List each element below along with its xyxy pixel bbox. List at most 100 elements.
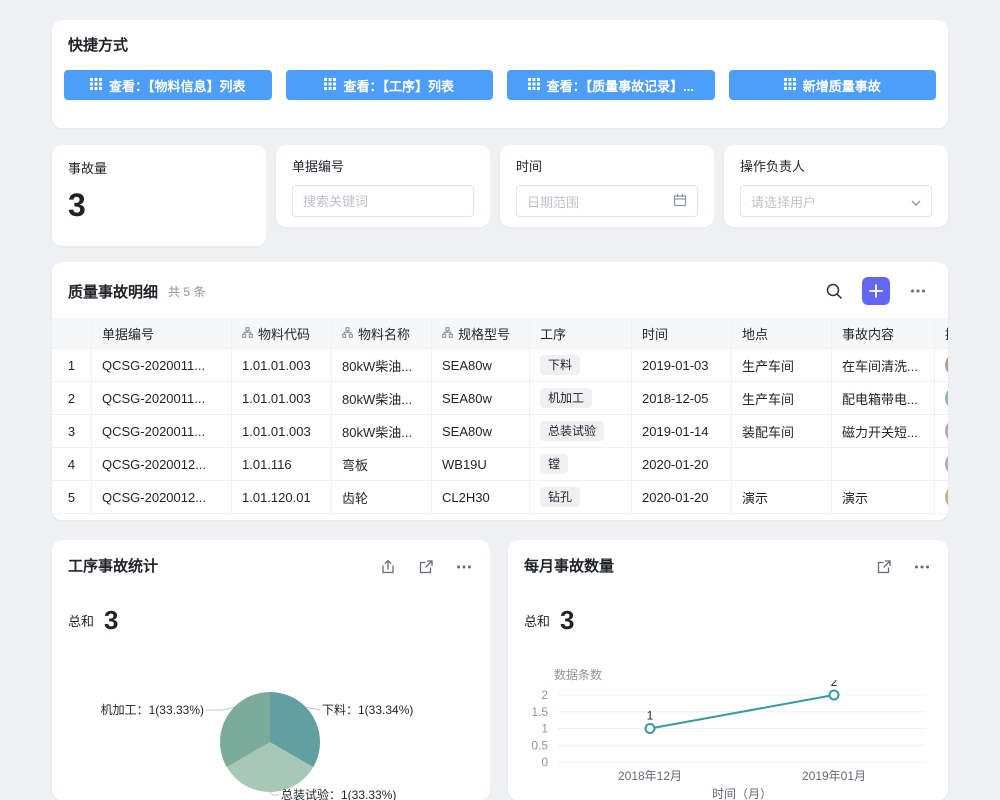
cell-process: 总装试验	[530, 415, 632, 448]
cell-material-name: 80kW柴油...	[332, 349, 432, 382]
cell-doc-no: QCSG-2020011...	[92, 415, 232, 448]
cell-doc-no: QCSG-2020012...	[92, 448, 232, 481]
cell-operator	[935, 415, 949, 448]
cell-operator	[935, 349, 949, 382]
col-operator: 操作负责人	[935, 319, 949, 349]
grid-icon	[90, 78, 102, 93]
line-chart: 00.511.5212018年12月22019年01月时间（月）	[508, 680, 948, 800]
add-record-button[interactable]	[862, 277, 890, 305]
record-count: 共 5 条	[168, 283, 205, 300]
cell-content	[832, 448, 935, 481]
process-tag: 钻孔	[540, 487, 580, 507]
svg-text:1: 1	[541, 722, 548, 736]
shortcut-label: 新增质量事故	[803, 76, 881, 95]
time-filter-card: 时间 日期范围	[500, 145, 714, 227]
cell-content: 演示	[832, 481, 935, 514]
svg-text:2019年01月: 2019年01月	[802, 769, 866, 783]
doc-no-search-input[interactable]	[292, 185, 474, 217]
svg-text:2018年12月: 2018年12月	[618, 769, 682, 783]
pie-total-label: 总和	[68, 611, 94, 630]
row-index: 5	[52, 481, 92, 514]
table-row[interactable]: 1 QCSG-2020011... 1.01.01.003 80kW柴油... …	[52, 349, 948, 382]
cell-spec: SEA80w	[432, 382, 530, 415]
cell-material-code: 1.01.01.003	[232, 415, 332, 448]
cell-content: 在车间清洗...	[832, 349, 935, 382]
svg-text:0.5: 0.5	[531, 738, 548, 752]
cell-material-code: 1.01.120.01	[232, 481, 332, 514]
cell-material-code: 1.01.01.003	[232, 349, 332, 382]
cell-operator	[935, 448, 949, 481]
operator-select[interactable]: 请选择用户	[740, 185, 932, 217]
pie-total-value: 3	[104, 607, 118, 633]
avatar	[945, 419, 948, 443]
avatar	[945, 386, 948, 410]
incident-table: 单据编号 物料代码 物料名称 规格型号 工序 时间 地点 事故内容 操作负责人 …	[52, 318, 948, 514]
relation-icon	[342, 326, 353, 341]
grid-icon	[784, 78, 796, 93]
line-total-value: 3	[560, 607, 574, 633]
more-icon[interactable]	[912, 557, 932, 577]
cell-place: 生产车间	[732, 382, 832, 415]
cell-date: 2019-01-03	[632, 349, 732, 382]
cell-place: 生产车间	[732, 349, 832, 382]
cell-spec: SEA80w	[432, 349, 530, 382]
cell-doc-no: QCSG-2020012...	[92, 481, 232, 514]
cell-doc-no: QCSG-2020011...	[92, 382, 232, 415]
shortcut-add-incident-button[interactable]: 新增质量事故	[729, 70, 937, 100]
table-row[interactable]: 5 QCSG-2020012... 1.01.120.01 齿轮 CL2H30 …	[52, 481, 948, 514]
relation-icon	[442, 326, 453, 341]
open-in-new-icon[interactable]	[874, 557, 894, 577]
svg-text:1.5: 1.5	[531, 705, 548, 719]
col-place: 地点	[732, 319, 832, 349]
pie-chart-area: 机加工：1(33.33%) 下料：1(33.34%) 总装试验：1(33.33%…	[52, 640, 490, 800]
cell-process: 下料	[530, 349, 632, 382]
pie-label-cutting: 下料：1(33.34%)	[322, 703, 413, 718]
operator-placeholder: 请选择用户	[751, 192, 816, 211]
incident-count-label: 事故量	[68, 161, 250, 177]
cell-operator	[935, 382, 949, 415]
process-tag: 总装试验	[540, 421, 604, 441]
shortcut-view-incident-records-button[interactable]: 查看：【质量事故记录】...	[507, 70, 715, 100]
shortcut-label: 查看：【工序】列表	[343, 76, 454, 95]
export-icon[interactable]	[378, 557, 398, 577]
svg-text:1: 1	[647, 709, 654, 723]
table-row[interactable]: 4 QCSG-2020012... 1.01.116 弯板 WB19U 镗 20…	[52, 448, 948, 481]
col-process: 工序	[530, 319, 632, 349]
search-icon[interactable]	[820, 277, 848, 305]
shortcut-buttons: 查看：【物料信息】列表 查看：【工序】列表 查看：【质量事故记录】... 新增质…	[64, 70, 936, 100]
pie-label-assembly-test: 总装试验：1(33.33%)	[281, 788, 396, 800]
svg-text:2: 2	[541, 688, 548, 702]
line-chart-title: 每月事故数量	[524, 556, 614, 577]
operator-label: 操作负责人	[740, 159, 932, 175]
cell-process: 镗	[530, 448, 632, 481]
line-total-label: 总和	[524, 611, 550, 630]
cell-material-code: 1.01.01.003	[232, 382, 332, 415]
pie-chart[interactable]	[220, 692, 320, 792]
col-index	[52, 319, 92, 349]
chevron-down-icon	[911, 194, 921, 209]
incident-count-card: 事故量 3	[52, 145, 266, 246]
cell-process: 钻孔	[530, 481, 632, 514]
date-range-input[interactable]: 日期范围	[516, 185, 698, 217]
svg-text:时间（月）: 时间（月）	[712, 787, 772, 800]
table-row[interactable]: 2 QCSG-2020011... 1.01.01.003 80kW柴油... …	[52, 382, 948, 415]
table-header-row: 单据编号 物料代码 物料名称 规格型号 工序 时间 地点 事故内容 操作负责人	[52, 319, 948, 349]
shortcut-view-material-list-button[interactable]: 查看：【物料信息】列表	[64, 70, 272, 100]
cell-place: 演示	[732, 481, 832, 514]
cell-spec: WB19U	[432, 448, 530, 481]
row-index: 3	[52, 415, 92, 448]
cell-place: 装配车间	[732, 415, 832, 448]
cell-date: 2018-12-05	[632, 382, 732, 415]
shortcut-view-process-list-button[interactable]: 查看：【工序】列表	[286, 70, 494, 100]
cell-spec: SEA80w	[432, 415, 530, 448]
table-row[interactable]: 3 QCSG-2020011... 1.01.01.003 80kW柴油... …	[52, 415, 948, 448]
shortcut-label: 查看：【物料信息】列表	[109, 76, 246, 95]
operator-filter-card: 操作负责人 请选择用户	[724, 145, 948, 227]
col-material-code: 物料代码	[232, 319, 332, 349]
doc-no-filter-card: 单据编号	[276, 145, 490, 227]
open-in-new-icon[interactable]	[416, 557, 436, 577]
cell-process: 机加工	[530, 382, 632, 415]
process-tag: 下料	[540, 355, 580, 375]
more-icon[interactable]	[904, 277, 932, 305]
more-icon[interactable]	[454, 557, 474, 577]
